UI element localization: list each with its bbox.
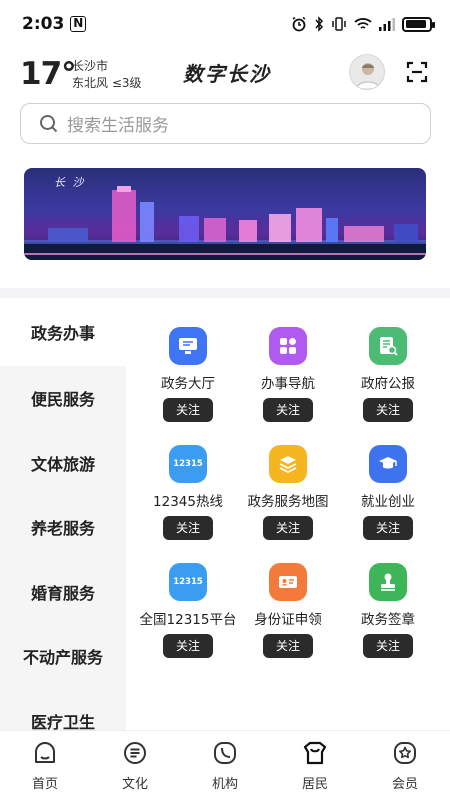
member-icon (394, 742, 416, 764)
id-card-icon (269, 563, 307, 601)
sidebar-item-real-estate[interactable]: 不动产服务 (0, 624, 126, 689)
hotline-icon: 12315 (169, 445, 207, 483)
category-sidebar: 政务办事 便民服务 文体旅游 养老服务 婚育服务 不动产服务 医疗卫生 (0, 298, 126, 730)
header: 17° 长沙市 东北风 ≤3级 数字长沙 (0, 50, 450, 100)
follow-button[interactable]: 关注 (263, 634, 313, 658)
service-item[interactable]: 就业创业 关注 (338, 445, 438, 540)
vibrate-icon (332, 17, 346, 31)
weather-info: 长沙市 东北风 ≤3级 (72, 58, 142, 92)
service-label: 政务服务地图 (247, 494, 329, 510)
city-label: 长沙市 (72, 59, 109, 73)
follow-button[interactable]: 关注 (163, 634, 213, 658)
service-label: 政府公报 (361, 376, 415, 392)
service-item[interactable]: 政府公报 关注 (338, 327, 438, 422)
grid-icon (269, 327, 307, 365)
service-label: 办事导航 (261, 376, 315, 392)
institution-icon (214, 742, 236, 764)
service-label: 就业创业 (361, 494, 415, 510)
follow-button[interactable]: 关注 (363, 516, 413, 540)
tab-label: 会员 (391, 777, 418, 792)
alarm-icon (292, 16, 306, 32)
service-item[interactable]: 身份证申领 关注 (238, 563, 338, 658)
temperature: 17° (20, 56, 77, 92)
search-input[interactable]: 搜索生活服务 (67, 111, 169, 136)
follow-button[interactable]: 关注 (263, 398, 313, 422)
wind-label: 东北风 ≤3级 (72, 76, 142, 90)
service-item[interactable]: 政务服务地图 关注 (238, 445, 338, 540)
layers-icon (269, 445, 307, 483)
tab-member[interactable]: 会员 (360, 731, 450, 800)
nfc-icon: N (70, 16, 87, 32)
service-item[interactable]: 12315 12345热线 关注 (138, 445, 238, 540)
culture-icon (124, 742, 146, 764)
service-label: 全国12315平台 (139, 612, 237, 628)
app-logo: 数字长沙 (183, 62, 271, 86)
status-right (291, 16, 435, 32)
section-divider (0, 288, 450, 298)
city-banner[interactable]: 长 沙 (24, 168, 426, 260)
service-item[interactable]: 政务签章 关注 (338, 563, 438, 658)
user-avatar-icon (356, 63, 380, 89)
service-label: 12345热线 (153, 494, 223, 510)
status-bar: 2:03 N (0, 0, 450, 48)
platform-icon: 12315 (169, 563, 207, 601)
tab-label: 居民 (301, 777, 328, 792)
follow-button[interactable]: 关注 (363, 634, 413, 658)
monitor-icon (169, 327, 207, 365)
resident-icon (303, 741, 327, 765)
service-label: 身份证申领 (254, 612, 322, 628)
banner-title: 长 沙 (54, 176, 86, 189)
scan-icon[interactable] (406, 61, 428, 83)
service-item[interactable]: 12315 全国12315平台 关注 (138, 563, 238, 658)
bluetooth-icon (315, 16, 324, 32)
tab-label: 文化 (121, 777, 148, 792)
avatar[interactable] (349, 54, 385, 90)
status-left: 2:03 N (22, 14, 87, 34)
search-bar[interactable]: 搜索生活服务 (20, 103, 431, 144)
tab-resident[interactable]: 居民 (270, 731, 360, 800)
sidebar-item-elderly-care[interactable]: 养老服务 (0, 495, 126, 560)
home-icon (35, 742, 55, 763)
sidebar-item-marriage-birth[interactable]: 婚育服务 (0, 560, 126, 625)
sidebar-item-medical[interactable]: 医疗卫生 (0, 689, 126, 730)
tab-institution[interactable]: 机构 (180, 731, 270, 800)
sidebar-item-government[interactable]: 政务办事 (0, 298, 126, 366)
tab-label: 机构 (211, 777, 238, 792)
search-icon (40, 114, 58, 132)
sidebar-item-convenience[interactable]: 便民服务 (0, 366, 126, 431)
signal-icon (379, 18, 395, 31)
follow-button[interactable]: 关注 (263, 516, 313, 540)
tab-culture[interactable]: 文化 (90, 731, 180, 800)
hotline-badge: 12315 (173, 459, 203, 469)
service-label: 政务大厅 (161, 376, 215, 392)
clock: 2:03 (22, 14, 65, 34)
stamp-icon (369, 563, 407, 601)
wifi-icon (354, 18, 372, 29)
follow-button[interactable]: 关注 (163, 516, 213, 540)
graduation-cap-icon (369, 445, 407, 483)
tab-label: 首页 (31, 777, 58, 792)
document-search-icon (369, 327, 407, 365)
service-item[interactable]: 政务大厅 关注 (138, 327, 238, 422)
platform-badge: 12315 (173, 577, 203, 587)
tab-home[interactable]: 首页 (0, 731, 90, 800)
sidebar-item-culture-tourism[interactable]: 文体旅游 (0, 431, 126, 496)
follow-button[interactable]: 关注 (363, 398, 413, 422)
service-item[interactable]: 办事导航 关注 (238, 327, 338, 422)
service-label: 政务签章 (361, 612, 415, 628)
follow-button[interactable]: 关注 (163, 398, 213, 422)
battery-icon (402, 16, 435, 32)
bottom-tab-bar: 首页 文化 机构 居民 会员 (0, 730, 450, 800)
